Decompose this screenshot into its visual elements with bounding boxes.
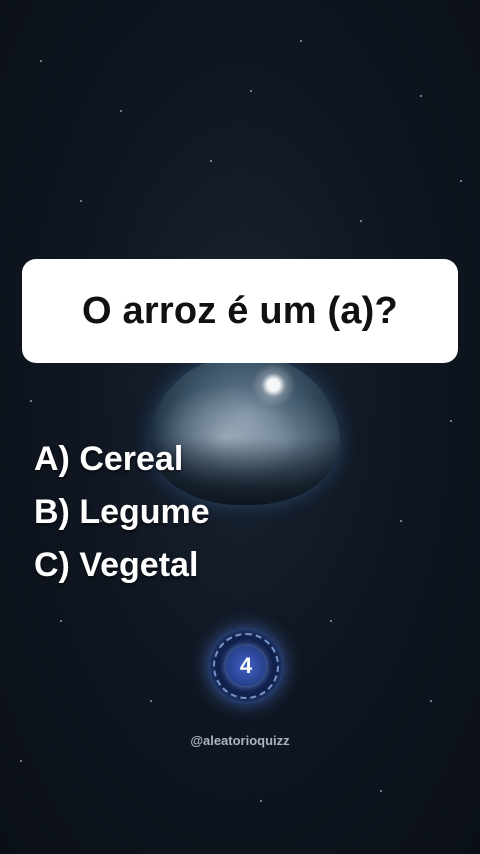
option-b[interactable]: B) Legume	[34, 486, 210, 539]
question-card: O arroz é um (a)?	[22, 259, 458, 363]
countdown-timer: 4	[208, 628, 284, 704]
timer-core: 4	[226, 646, 266, 686]
option-a[interactable]: A) Cereal	[34, 433, 210, 486]
question-text: O arroz é um (a)?	[82, 289, 398, 332]
account-handle: @aleatorioquizz	[190, 733, 290, 748]
timer-number: 4	[239, 653, 253, 678]
answer-options: A) Cereal B) Legume C) Vegetal	[34, 433, 210, 592]
option-c[interactable]: C) Vegetal	[34, 539, 210, 592]
